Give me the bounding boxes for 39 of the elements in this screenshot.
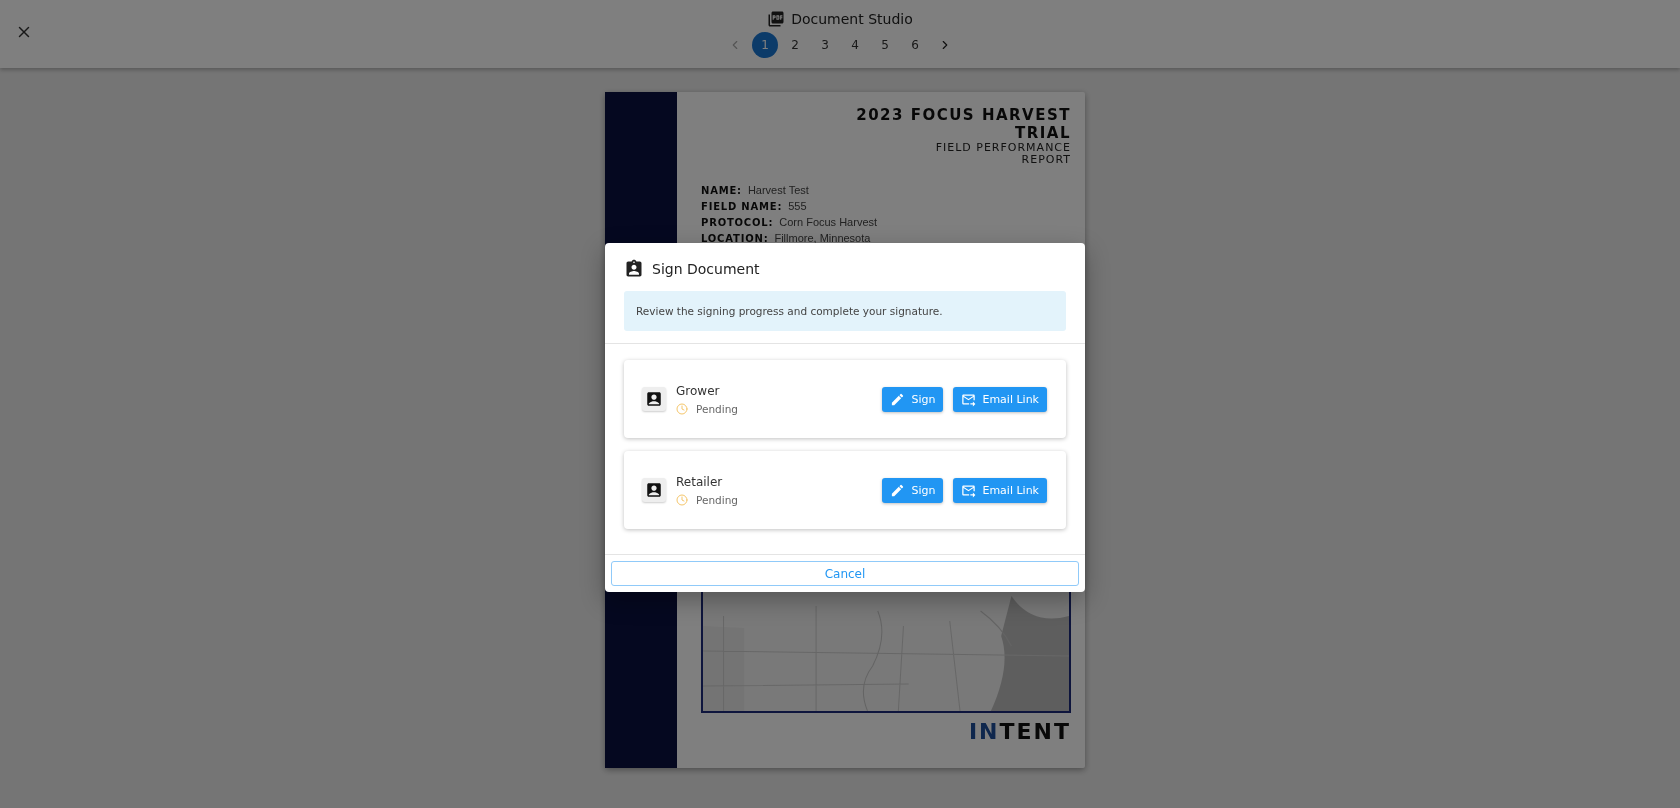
field-label: PROTOCOL: <box>701 217 774 228</box>
field-label: NAME: <box>701 185 742 196</box>
info-message: Review the signing progress and complete your signature. <box>624 291 1066 331</box>
page-button[interactable]: 2 <box>782 32 808 58</box>
field-label: LOCATION: <box>701 233 769 244</box>
signer-status: Pending <box>696 402 738 415</box>
person-icon <box>642 387 666 411</box>
signer-status: Pending <box>696 493 738 506</box>
email-link-button[interactable]: Email Link <box>953 386 1047 412</box>
signer-role: Grower <box>676 383 721 398</box>
pencil-icon <box>890 391 906 407</box>
report-subtitle: FIELD PERFORMANCE <box>935 142 1071 154</box>
clipboard-person-icon <box>624 259 644 279</box>
page-button[interactable]: 5 <box>872 32 898 58</box>
pdf-icon <box>767 10 786 28</box>
cancel-button[interactable]: Cancel <box>611 561 1079 586</box>
email-link-button[interactable]: Email Link <box>953 477 1047 503</box>
logo: INTENT <box>968 719 1071 744</box>
field-value: Fillmore, Minnesota <box>774 232 871 244</box>
page-button[interactable]: 6 <box>902 32 928 58</box>
page-button[interactable]: 1 <box>752 32 778 58</box>
pencil-icon <box>890 482 906 498</box>
sign-button[interactable]: Sign <box>882 386 944 412</box>
page-button[interactable]: 3 <box>812 32 838 58</box>
dialog-title: Sign Document <box>652 261 760 277</box>
page-button[interactable]: 4 <box>842 32 868 58</box>
sign-button[interactable]: Sign <box>882 477 944 503</box>
field-value: 555 <box>788 200 807 212</box>
signer-role: Retailer <box>676 474 724 489</box>
field-label: FIELD NAME: <box>701 201 783 212</box>
field-value: Corn Focus Harvest <box>779 216 878 228</box>
report-title: TRIAL <box>1014 124 1071 142</box>
person-icon <box>642 478 666 502</box>
field-value: Harvest Test <box>747 184 809 196</box>
app-title: Document Studio <box>791 11 913 27</box>
report-subtitle: REPORT <box>1021 154 1071 166</box>
report-title: 2023 FOCUS HARVEST <box>856 106 1071 124</box>
clock-icon <box>676 402 688 415</box>
clock-icon <box>676 493 688 506</box>
